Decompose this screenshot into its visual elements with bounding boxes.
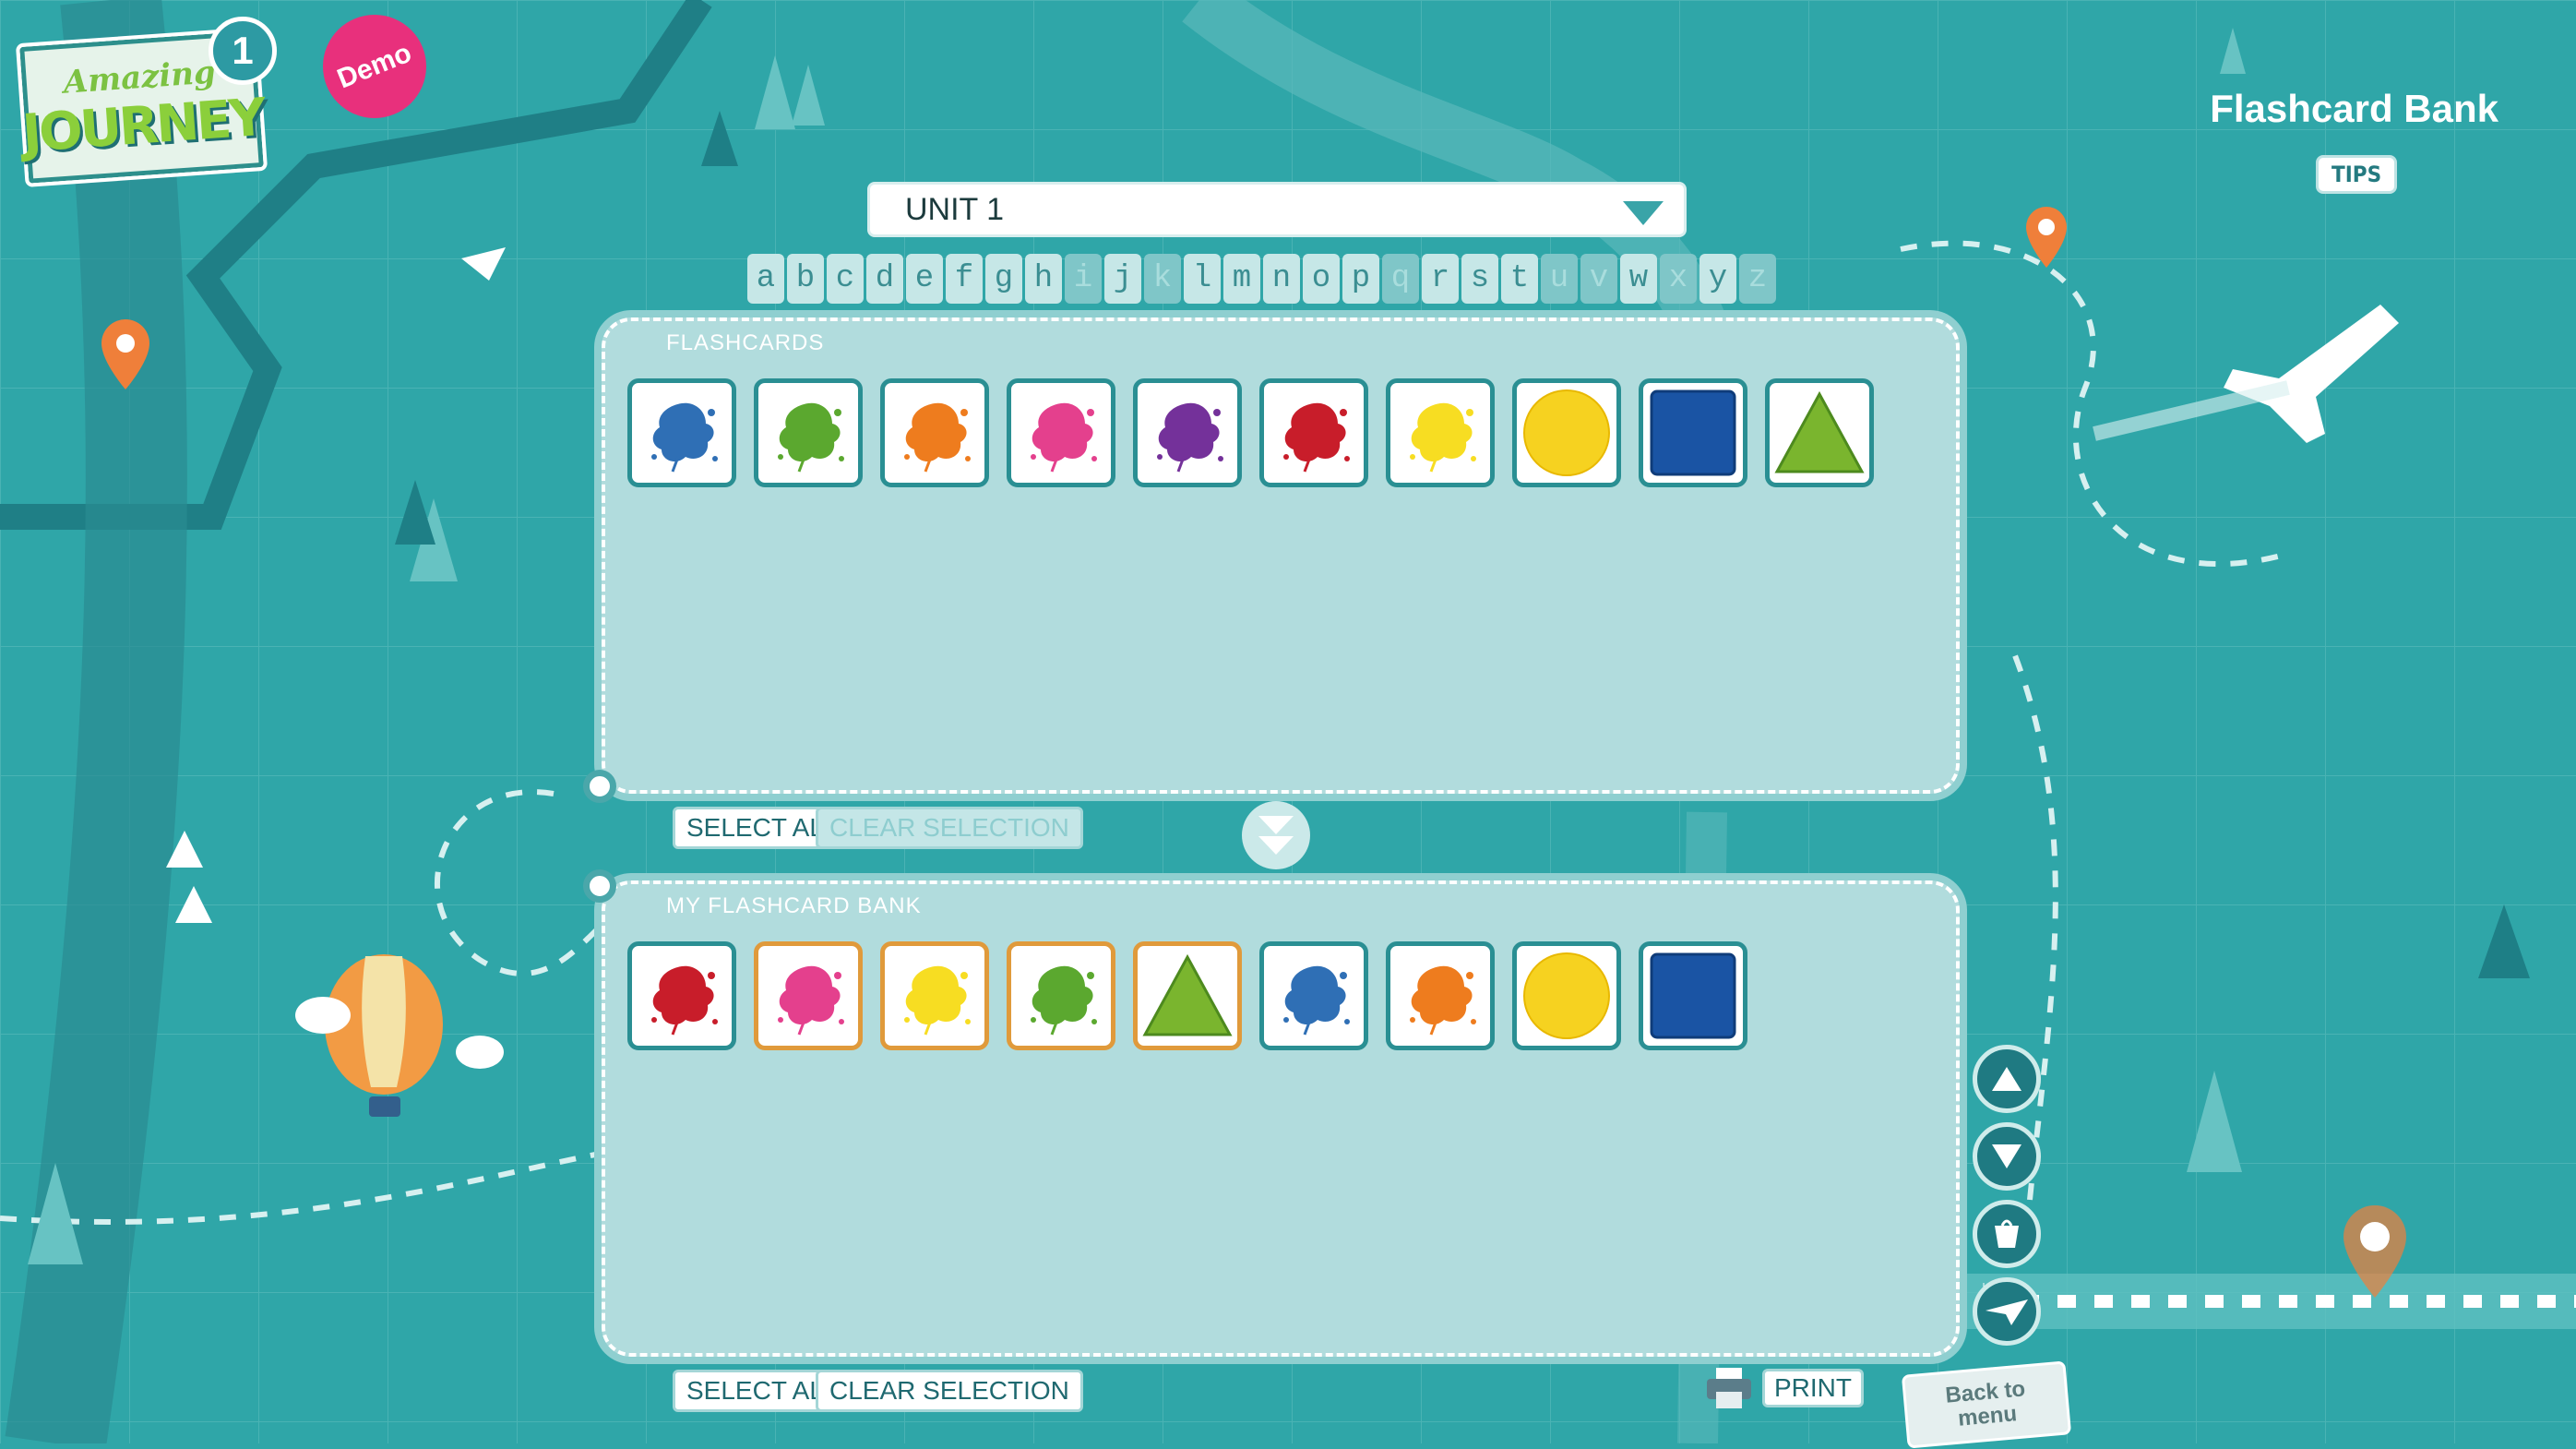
letter-filter-h[interactable]: h [1025,254,1062,304]
add-to-bank-button[interactable] [1242,801,1310,869]
unit-select-value: UNIT 1 [905,192,1005,227]
tips-button[interactable]: TIPS [2316,155,2398,194]
flashcard[interactable] [754,378,863,487]
letter-filter-z: z [1739,254,1776,304]
letter-filter-n[interactable]: n [1263,254,1300,304]
letter-filter-r[interactable]: r [1422,254,1459,304]
letter-filter-x: x [1660,254,1697,304]
bank-grid [627,941,1747,1050]
letter-filter-j[interactable]: j [1104,254,1141,304]
letter-filter-q: q [1382,254,1419,304]
arrow-up-icon [1992,1067,2021,1091]
pink-splash-icon [778,965,844,1036]
yellow-circle-icon [1523,389,1610,476]
double-chevron-down-icon [1258,816,1294,855]
letter-filter-b[interactable]: b [787,254,824,304]
print-label: PRINT [1762,1369,1864,1407]
flashcard[interactable] [1512,378,1621,487]
orange-splash-icon [904,402,971,473]
letter-filter-w[interactable]: w [1620,254,1657,304]
orange-splash-icon [1410,965,1476,1036]
flashcard[interactable] [627,378,736,487]
letter-filter-s[interactable]: s [1461,254,1498,304]
yellow-circle-icon [1523,952,1610,1039]
delete-button[interactable] [1973,1200,2041,1268]
red-splash-icon [1283,402,1350,473]
blue-splash-icon [1283,965,1350,1036]
flashcards-panel-label: FLASHCARDS [666,330,825,355]
arrow-down-icon [1992,1144,2021,1168]
red-splash-icon [651,965,718,1036]
flashcard[interactable] [1133,378,1242,487]
letter-filter-v: v [1580,254,1617,304]
flashcard[interactable] [880,378,989,487]
letter-filter-f[interactable]: f [946,254,983,304]
letter-filter-l[interactable]: l [1184,254,1221,304]
flashcards-grid [627,378,1874,487]
bank-card[interactable] [1259,941,1368,1050]
bin-icon [1995,1219,2019,1248]
letter-filter-k: k [1144,254,1181,304]
move-down-button[interactable] [1973,1122,2041,1191]
letter-filter-d[interactable]: d [866,254,903,304]
bank-card[interactable] [1639,941,1747,1050]
flashcards-panel: FLASHCARDS [602,317,1960,794]
letter-filter-e[interactable]: e [906,254,943,304]
purple-splash-icon [1157,402,1223,473]
bank-card[interactable] [627,941,736,1050]
chevron-down-icon [1623,201,1664,225]
paper-plane-icon [1986,1299,2028,1325]
back-to-menu-button[interactable]: Back to menu [1901,1360,2072,1449]
letter-filter-c[interactable]: c [827,254,864,304]
flashcard[interactable] [1639,378,1747,487]
pink-splash-icon [1031,402,1097,473]
logo-word-big: JOURNEY [20,87,266,164]
print-button[interactable]: PRINT [1705,1366,1864,1410]
bank-card[interactable] [754,941,863,1050]
green-triangle-icon [1142,953,1233,1036]
yellow-splash-icon [904,965,971,1036]
letter-filter-y[interactable]: y [1699,254,1736,304]
letter-filter-m[interactable]: m [1223,254,1260,304]
blue-splash-icon [651,402,718,473]
send-button[interactable] [1973,1277,2041,1346]
flashcard[interactable] [1259,378,1368,487]
clear-selection-button[interactable]: CLEAR SELECTION [816,807,1083,849]
blue-square-icon [1650,952,1736,1039]
flashcard-bank-panel: MY FLASHCARD BANK [602,880,1960,1357]
back-to-menu-label: Back to menu [1944,1376,2027,1431]
bank-card[interactable] [1007,941,1115,1050]
level-badge: 1 [209,17,277,85]
panel-connector-dot [583,770,616,803]
letter-filter-i: i [1065,254,1102,304]
letter-filter: abcdefghijklmnopqrstuvwxyz [747,254,1776,304]
printer-icon [1707,1368,1751,1408]
flashcard[interactable] [1765,378,1874,487]
bank-panel-label: MY FLASHCARD BANK [666,893,922,918]
letter-filter-t[interactable]: t [1501,254,1538,304]
unit-select[interactable]: UNIT 1 [867,182,1687,237]
bank-card[interactable] [1512,941,1621,1050]
bank-card[interactable] [1386,941,1495,1050]
green-triangle-icon [1774,390,1865,473]
flashcard[interactable] [1386,378,1495,487]
letter-filter-g[interactable]: g [985,254,1022,304]
bank-card[interactable] [880,941,989,1050]
move-up-button[interactable] [1973,1045,2041,1113]
green-splash-icon [778,402,844,473]
page-title: Flashcard Bank [2210,87,2498,130]
bank-card[interactable] [1133,941,1242,1050]
bank-clear-selection-button[interactable]: CLEAR SELECTION [816,1370,1083,1412]
green-splash-icon [1031,965,1097,1036]
letter-filter-u: u [1541,254,1578,304]
letter-filter-o[interactable]: o [1303,254,1340,304]
flashcard[interactable] [1007,378,1115,487]
blue-square-icon [1650,389,1736,476]
letter-filter-a[interactable]: a [747,254,784,304]
letter-filter-p[interactable]: p [1342,254,1379,304]
panel-connector-dot [583,869,616,903]
yellow-splash-icon [1410,402,1476,473]
